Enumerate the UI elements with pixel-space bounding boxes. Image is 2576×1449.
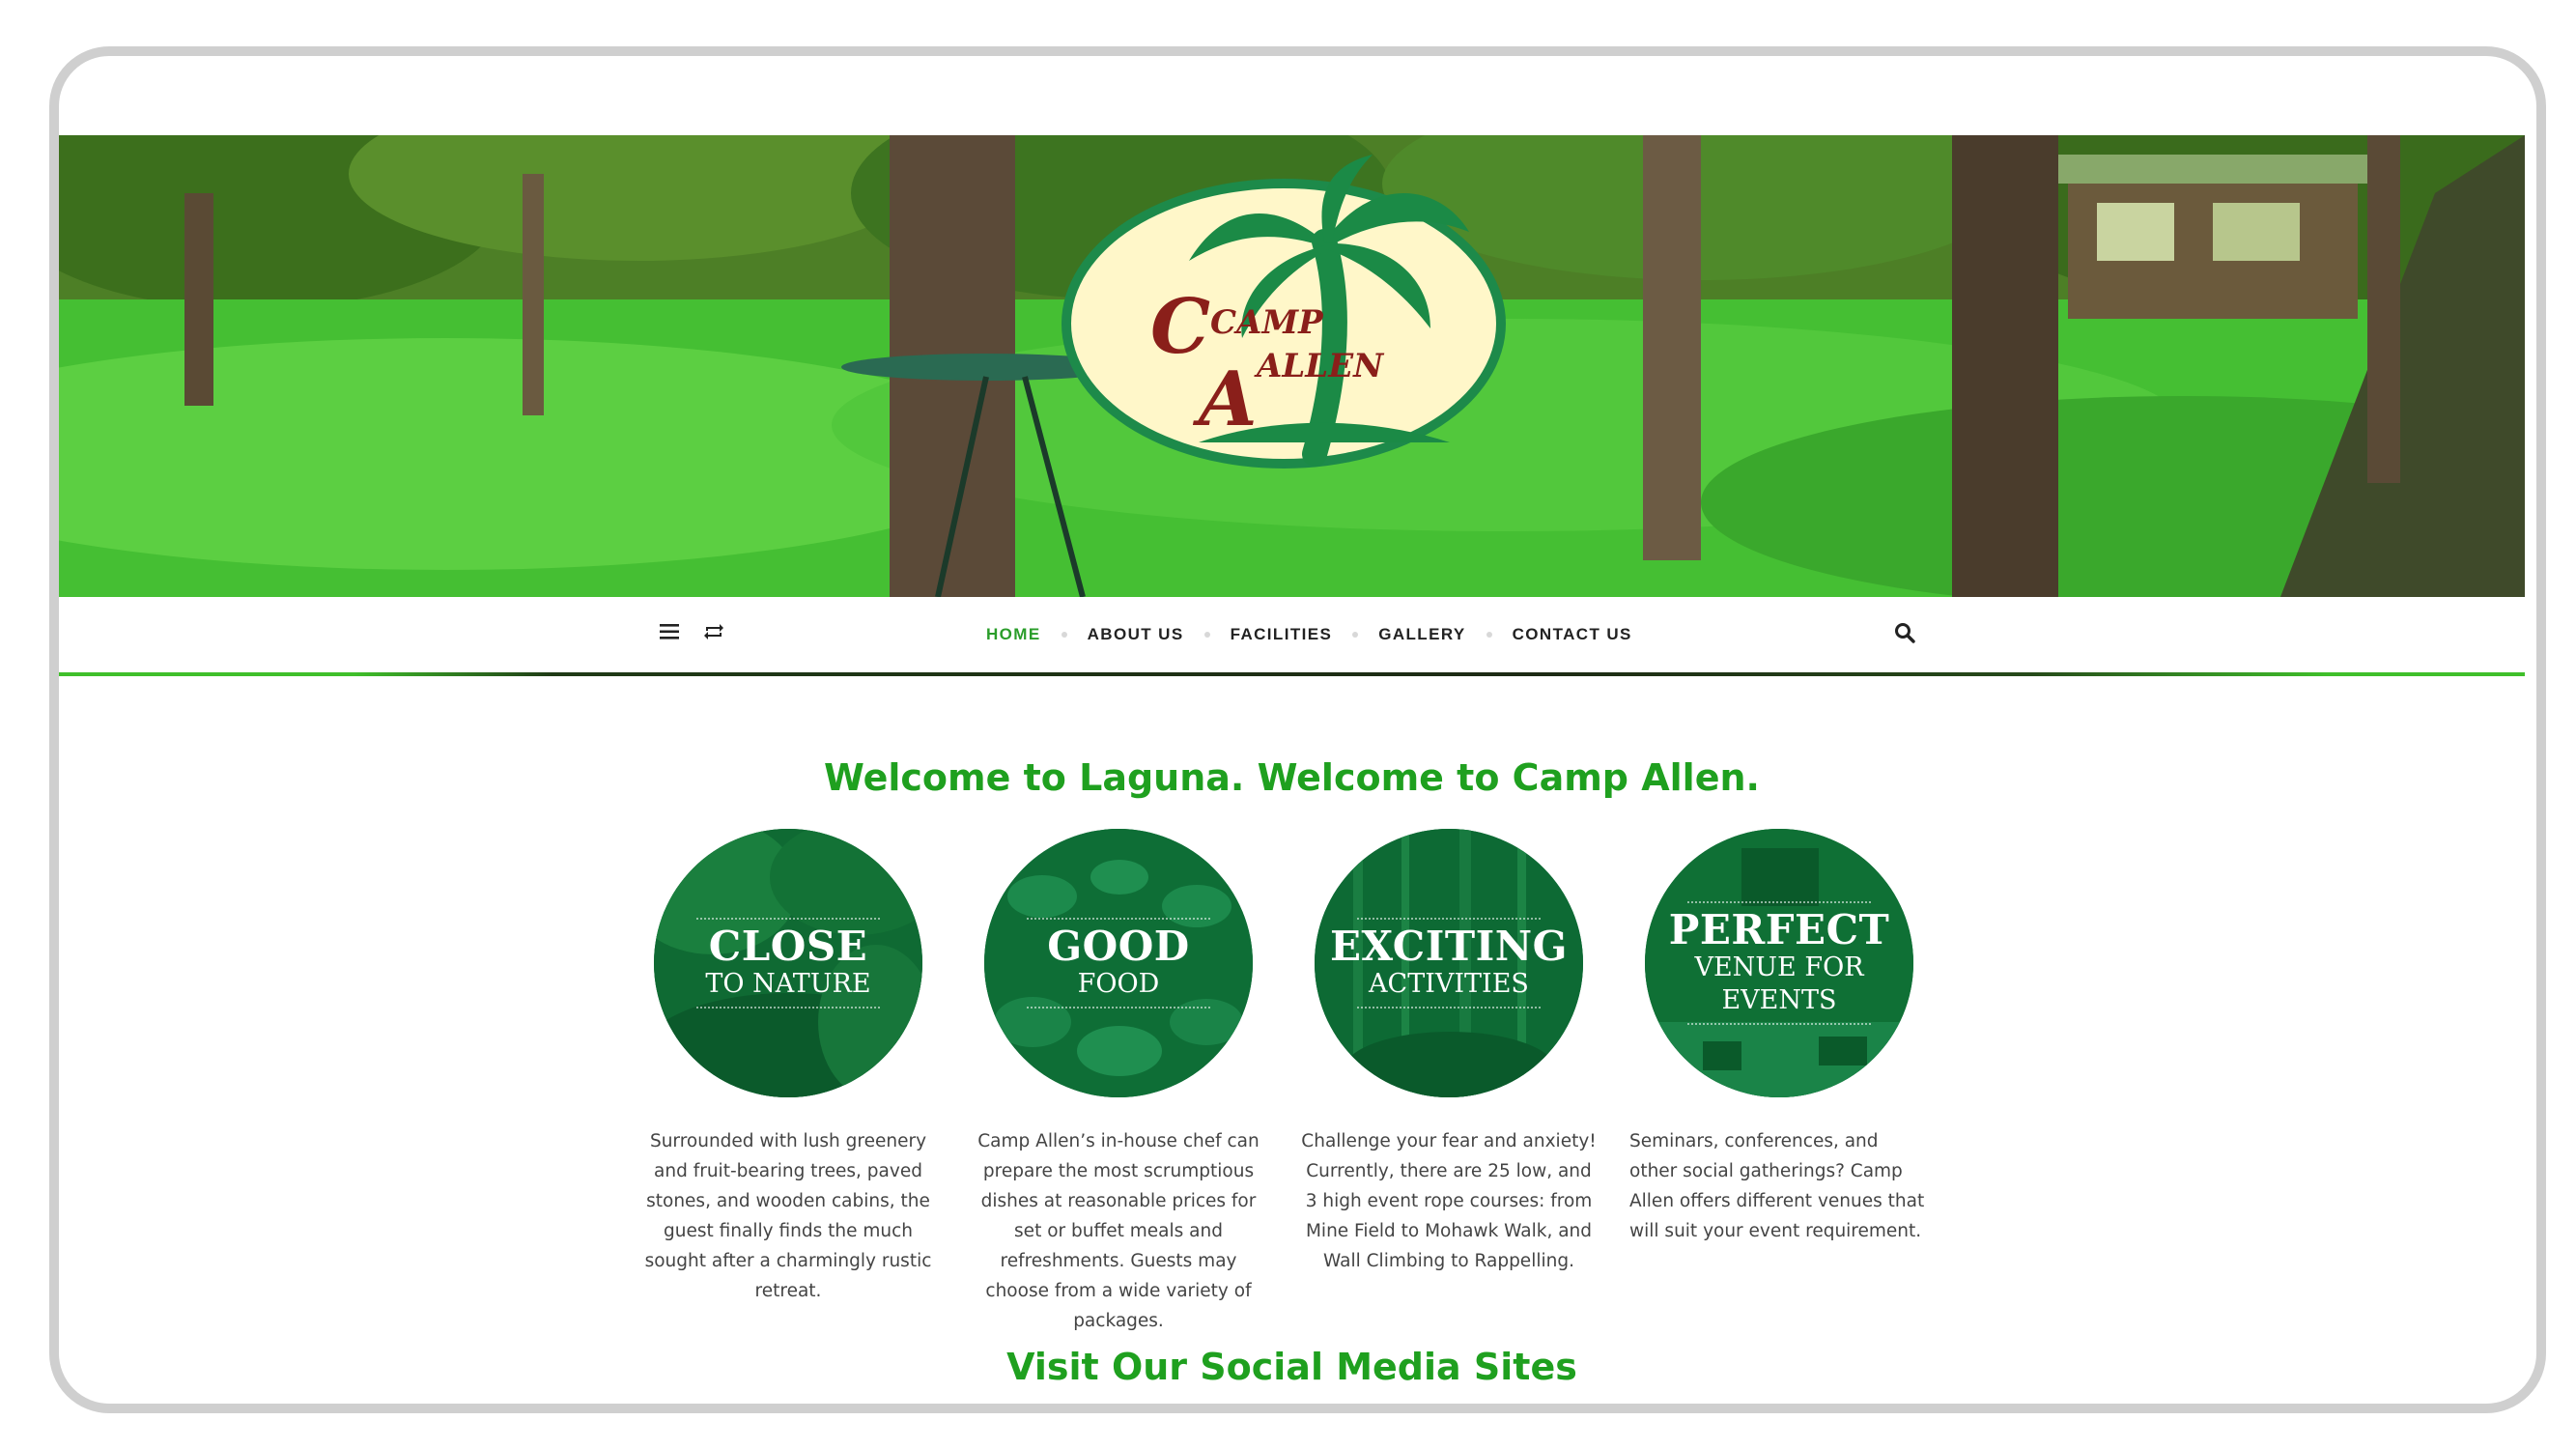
feature-title: PERFECT (1668, 906, 1890, 953)
hero-banner: C CAMP A ALLEN (59, 135, 2525, 597)
feature-title: EXCITING (1329, 923, 1569, 970)
nav-item-about-us[interactable]: ABOUT US (1088, 625, 1184, 644)
nav-separator (1061, 632, 1067, 638)
welcome-heading: Welcome to Laguna. Welcome to Camp Allen… (824, 756, 1760, 799)
nav-item-facilities[interactable]: FACILITIES (1231, 625, 1333, 644)
feature-image-nature[interactable]: CLOSE TO NATURE (654, 829, 922, 1097)
svg-text:CAMP: CAMP (1210, 303, 1324, 342)
device-frame: C CAMP A ALLEN HOME ABOUT US FACILITIES … (49, 46, 2546, 1413)
nav-item-contact-us[interactable]: CONTACT US (1513, 625, 1632, 644)
hero-forest-image: C CAMP A ALLEN (59, 135, 2525, 597)
feature-perfect-venue: PERFECT VENUE FOR EVENTS Seminars, confe… (1629, 829, 1929, 1246)
feature-subtitle: ACTIVITIES (1369, 969, 1529, 999)
main-navigation: HOME ABOUT US FACILITIES GALLERY CONTACT… (59, 597, 2525, 672)
feature-image-venue[interactable]: PERFECT VENUE FOR EVENTS (1645, 829, 1913, 1097)
hamburger-menu-icon[interactable] (658, 620, 681, 643)
nav-menu: HOME ABOUT US FACILITIES GALLERY CONTACT… (986, 597, 1632, 672)
nav-item-gallery[interactable]: GALLERY (1378, 625, 1465, 644)
feature-image-activities[interactable]: EXCITING ACTIVITIES (1315, 829, 1583, 1097)
nav-separator (1203, 632, 1210, 638)
feature-good-food: GOOD FOOD Camp Allen’s in-house chef can… (969, 829, 1268, 1336)
search-icon[interactable] (1894, 622, 1917, 645)
features-section: CLOSE TO NATURE Surrounded with lush gre… (638, 829, 1952, 1331)
feature-description: Surrounded with lush greenery and fruit-… (644, 1131, 932, 1301)
feature-title: CLOSE (708, 923, 868, 970)
feature-subtitle: TO NATURE (705, 969, 871, 999)
nav-item-home[interactable]: HOME (986, 625, 1041, 644)
svg-text:A: A (1192, 355, 1258, 443)
feature-image-food[interactable]: GOOD FOOD (984, 829, 1253, 1097)
feature-title: GOOD (1047, 923, 1190, 970)
feature-exciting-activities: EXCITING ACTIVITIES Challenge your fear … (1299, 829, 1599, 1276)
nav-utility-icons (658, 620, 725, 643)
feature-subtitle: EVENTS (1721, 985, 1837, 1015)
repeat-icon[interactable] (702, 620, 725, 643)
feature-subtitle: VENUE FOR (1694, 952, 1864, 982)
feature-description: Camp Allen’s in-house chef can prepare t… (977, 1131, 1260, 1331)
svg-text:ALLEN: ALLEN (1254, 347, 1385, 385)
nav-divider (59, 672, 2525, 676)
feature-description: Challenge your fear and anxiety! Current… (1301, 1131, 1597, 1271)
feature-subtitle: FOOD (1077, 969, 1160, 999)
feature-close-to-nature: CLOSE TO NATURE Surrounded with lush gre… (638, 829, 938, 1306)
feature-description: Seminars, conferences, and other social … (1629, 1131, 1925, 1241)
nav-separator (1486, 632, 1492, 638)
nav-separator (1352, 632, 1359, 638)
browser-viewport: C CAMP A ALLEN HOME ABOUT US FACILITIES … (59, 56, 2536, 1404)
social-media-heading: Visit Our Social Media Sites (1006, 1346, 1577, 1388)
